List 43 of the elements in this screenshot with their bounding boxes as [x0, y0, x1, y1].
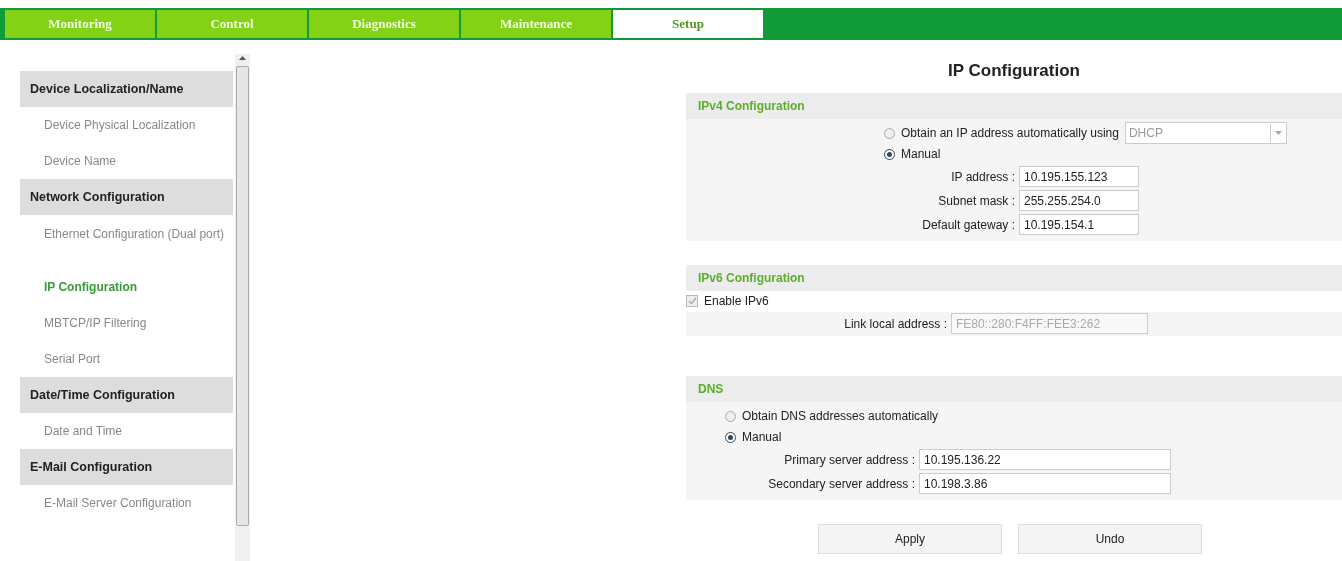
input-field[interactable]: 255.255.254.0: [1019, 190, 1139, 211]
scroll-up-icon[interactable]: [238, 54, 247, 62]
section-header: DNS: [686, 375, 1342, 402]
radio-label: Manual: [742, 429, 782, 446]
page-title: IP Configuration: [947, 60, 1081, 82]
input-field[interactable]: 10.195.154.1: [1019, 214, 1139, 235]
sidebar-group-header: E-Mail Configuration: [20, 449, 233, 485]
sidebar-item[interactable]: IP Configuration: [20, 269, 233, 305]
radio-button[interactable]: [725, 410, 736, 422]
field-label: Subnet mask :: [937, 192, 1016, 210]
section-header: IPv6 Configuration: [686, 264, 1342, 291]
section-header: IPv4 Configuration: [686, 92, 1342, 119]
sidebar-group-header: Network Configuration: [20, 179, 233, 215]
radio-label: Obtain an IP address automatically using: [901, 125, 1119, 142]
sidebar-item[interactable]: Serial Port: [20, 341, 233, 377]
radio-button[interactable]: [884, 148, 895, 160]
field-label: Primary server address :: [783, 451, 916, 469]
input-field[interactable]: 10.195.136.22: [919, 449, 1171, 470]
radio-button[interactable]: [884, 127, 895, 139]
sidebar-item[interactable]: Device Name: [20, 143, 233, 179]
sidebar-group-header: Date/Time Configuration: [20, 377, 233, 413]
field-label: IP address :: [950, 168, 1016, 186]
action-button[interactable]: Undo: [1018, 523, 1202, 554]
input-field[interactable]: 10.195.155.123: [1019, 166, 1139, 187]
radio-label: Manual: [901, 146, 941, 163]
input-field[interactable]: 10.198.3.86: [919, 473, 1171, 494]
scrollbar[interactable]: [235, 54, 250, 561]
radio-label: Obtain DNS addresses automatically: [742, 408, 939, 425]
sidebar-item[interactable]: E-Mail Server Configuration: [20, 485, 233, 521]
sidebar-item[interactable]: MBTCP/IP Filtering: [20, 305, 233, 341]
field-label: Link local address :: [843, 315, 948, 333]
sidebar-item[interactable]: Device Physical Localization: [20, 107, 233, 143]
field-label: Secondary server address :: [767, 475, 916, 493]
radio-button[interactable]: [725, 431, 736, 443]
scrollbar-thumb[interactable]: [236, 66, 249, 526]
nav-tab[interactable]: Setup: [613, 10, 763, 38]
sidebar-group-header: Device Localization/Name: [20, 71, 233, 107]
field-label: Default gateway :: [921, 216, 1016, 234]
sidebar-item[interactable]: Date and Time: [20, 413, 233, 449]
action-button[interactable]: Apply: [818, 523, 1002, 554]
caret-icon: [1274, 130, 1282, 136]
checkbox-label: Enable IPv6: [704, 293, 769, 310]
sidebar-item[interactable]: Ethernet Configuration (Dual port): [20, 215, 233, 269]
